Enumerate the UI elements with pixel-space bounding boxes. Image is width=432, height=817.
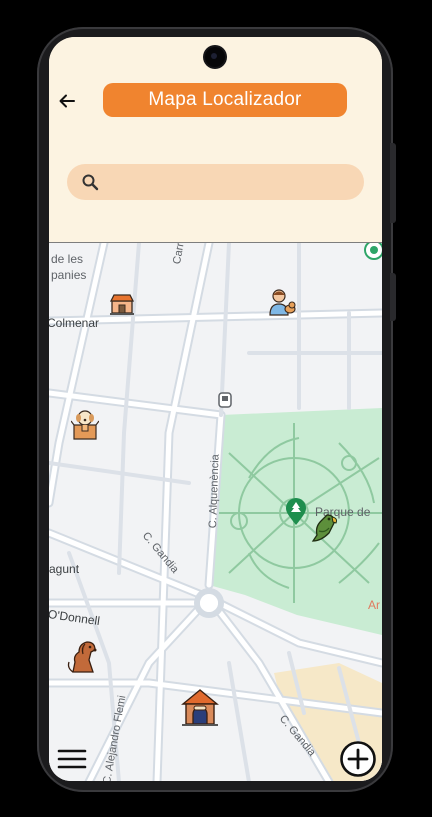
page-title: Mapa Localizador — [103, 83, 347, 117]
park-pin-icon — [286, 498, 306, 525]
dog-box-marker[interactable] — [70, 409, 100, 446]
parrot-icon — [311, 514, 337, 542]
map-label: panies — [51, 268, 87, 282]
dog-icon — [67, 641, 97, 673]
add-location-button[interactable] — [339, 740, 377, 778]
map-label: de les — [51, 252, 84, 266]
front-camera — [205, 47, 225, 67]
volume-button — [390, 143, 396, 223]
doghouse-icon — [181, 689, 219, 726]
veterinarian-icon — [269, 289, 296, 316]
map-view[interactable]: de les panies Colmenar Carrer C C. Alque… — [49, 242, 382, 781]
power-button — [390, 273, 396, 321]
search-bar[interactable] — [67, 164, 364, 200]
map-label: Colmenar — [49, 316, 100, 330]
map-label: C. Alquenència — [207, 454, 222, 529]
dog-in-box-icon — [70, 410, 100, 440]
doghouse-marker[interactable] — [179, 686, 221, 733]
search-icon — [82, 174, 99, 191]
dog-marker[interactable] — [65, 638, 101, 681]
parrot-marker[interactable] — [307, 511, 341, 550]
app-header: Mapa Localizador — [49, 37, 382, 242]
menu-button[interactable] — [57, 746, 87, 772]
map-label: agunt — [49, 562, 80, 576]
shop-icon — [109, 294, 135, 315]
arrow-back-icon — [59, 94, 75, 108]
back-button[interactable] — [56, 90, 78, 112]
vet-marker[interactable] — [267, 287, 297, 322]
add-circle-icon — [340, 741, 376, 777]
shop-marker[interactable] — [109, 291, 135, 322]
park-pin[interactable] — [285, 498, 307, 531]
search-input[interactable] — [109, 170, 353, 196]
map-label: Ar — [368, 598, 380, 612]
hamburger-menu-icon — [57, 749, 87, 769]
app-screen: Mapa Localizador de les panies Colmenar … — [49, 37, 382, 781]
